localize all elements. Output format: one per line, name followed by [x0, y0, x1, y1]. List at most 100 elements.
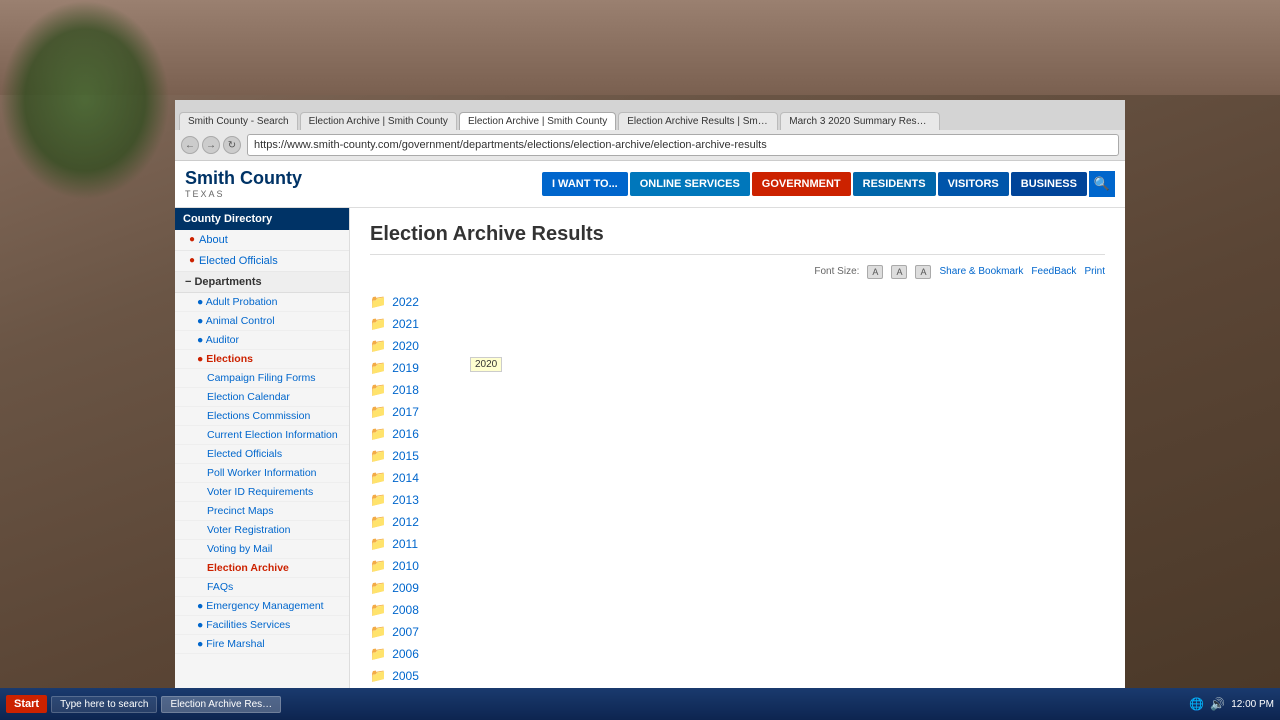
- bullet-icon: ●: [197, 638, 203, 650]
- sidebar-election-calendar[interactable]: Election Calendar: [175, 388, 349, 407]
- folder-item-2005[interactable]: 📁2005: [370, 665, 1105, 687]
- folder-item-2015[interactable]: 📁2015: [370, 445, 1105, 467]
- tab-2[interactable]: Election Archive | Smith County: [300, 112, 457, 130]
- sidebar-voter-id[interactable]: Voter ID Requirements: [175, 483, 349, 502]
- back-button[interactable]: ←: [181, 136, 199, 154]
- tab-5[interactable]: March 3 2020 Summary Results...: [780, 112, 940, 130]
- folder-label: 2017: [392, 405, 419, 419]
- taskbar: Start Type here to search Election Archi…: [0, 688, 1280, 720]
- tab-3-active[interactable]: Election Archive | Smith County: [459, 112, 616, 130]
- share-bookmark-link[interactable]: Share & Bookmark: [939, 266, 1023, 277]
- sidebar-election-archive[interactable]: Election Archive: [175, 559, 349, 578]
- sidebar-precinct-maps[interactable]: Precinct Maps: [175, 502, 349, 521]
- sidebar-animal-control[interactable]: ● Animal Control: [175, 312, 349, 331]
- sidebar-facilities[interactable]: ● Facilities Services: [175, 616, 349, 635]
- address-input[interactable]: https://www.smith-county.com/government/…: [247, 134, 1119, 156]
- network-icon: 🌐: [1189, 697, 1204, 711]
- font-size-medium[interactable]: A: [891, 265, 907, 279]
- folder-icon: 📁: [370, 624, 386, 640]
- sidebar-faqs[interactable]: FAQs: [175, 578, 349, 597]
- folder-item-2006[interactable]: 📁2006: [370, 643, 1105, 665]
- minus-icon: −: [185, 276, 191, 288]
- content-area: County Directory ● About ● Elected Offic…: [175, 208, 1125, 690]
- wall-background: [0, 0, 1280, 95]
- folder-label: 2020: [392, 339, 419, 353]
- logo-title: Smith County: [185, 169, 302, 189]
- toolbar: Font Size: A A A Share & Bookmark FeedBa…: [370, 265, 1105, 279]
- bullet-icon: ●: [197, 600, 203, 612]
- tab-4[interactable]: Election Archive Results | Smith...: [618, 112, 778, 130]
- sidebar-departments[interactable]: − Departments: [175, 272, 349, 293]
- tab-bar: Smith County - Search Election Archive |…: [175, 100, 1125, 130]
- forward-button[interactable]: →: [202, 136, 220, 154]
- address-bar-area: ← → ↻ https://www.smith-county.com/gover…: [175, 130, 1125, 161]
- taskbar-election-archive[interactable]: Election Archive Results: [161, 696, 281, 713]
- folder-label: 2010: [392, 559, 419, 573]
- folder-item-2007[interactable]: 📁2007: [370, 621, 1105, 643]
- sidebar-adult-probation[interactable]: ● Adult Probation: [175, 293, 349, 312]
- sidebar-elected-officials[interactable]: Elected Officials: [175, 445, 349, 464]
- folder-item-2017[interactable]: 📁2017: [370, 401, 1105, 423]
- sidebar-current-election[interactable]: Current Election Information: [175, 426, 349, 445]
- start-button[interactable]: Start: [6, 695, 47, 713]
- nav-item-business[interactable]: BUSINESS: [1011, 172, 1087, 196]
- folder-item-2019[interactable]: 📁20192020: [370, 357, 1105, 379]
- folder-item-2014[interactable]: 📁2014: [370, 467, 1105, 489]
- sidebar-poll-worker[interactable]: Poll Worker Information: [175, 464, 349, 483]
- folder-icon: 📁: [370, 316, 386, 332]
- folder-item-2020[interactable]: 📁2020: [370, 335, 1105, 357]
- nav-item-government[interactable]: GOVERNMENT: [752, 172, 851, 196]
- logo-subtitle: TEXAS: [185, 189, 225, 199]
- sidebar-emergency-mgmt[interactable]: ● Emergency Management: [175, 597, 349, 616]
- nav-item-online[interactable]: ONLINE SERVICES: [630, 172, 750, 196]
- folder-item-2011[interactable]: 📁2011: [370, 533, 1105, 555]
- nav-item-visitors[interactable]: VISITORS: [938, 172, 1009, 196]
- sidebar-campaign-forms[interactable]: Campaign Filing Forms: [175, 369, 349, 388]
- website: Smith County TEXAS I WANT TO... ONLINE S…: [175, 161, 1125, 690]
- nav-item-iwant[interactable]: I WANT TO...: [542, 172, 628, 196]
- folder-item-2013[interactable]: 📁2013: [370, 489, 1105, 511]
- sidebar-item-elected[interactable]: ● Elected Officials: [175, 251, 349, 272]
- folder-item-2012[interactable]: 📁2012: [370, 511, 1105, 533]
- taskbar-search[interactable]: Type here to search: [51, 696, 157, 713]
- bullet-icon: ●: [197, 334, 203, 346]
- nav-item-residents[interactable]: RESIDENTS: [853, 172, 936, 196]
- tab-1[interactable]: Smith County - Search: [179, 112, 298, 130]
- main-content: Election Archive Results Font Size: A A …: [350, 208, 1125, 690]
- page-title: Election Archive Results: [370, 223, 1105, 255]
- print-link[interactable]: Print: [1084, 266, 1105, 277]
- folder-item-2022[interactable]: 📁2022: [370, 291, 1105, 313]
- sidebar-voter-registration[interactable]: Voter Registration: [175, 521, 349, 540]
- plant-decoration: [0, 0, 170, 200]
- folder-label: 2013: [392, 493, 419, 507]
- folder-item-2010[interactable]: 📁2010: [370, 555, 1105, 577]
- folder-label: 2008: [392, 603, 419, 617]
- bullet-icon: ●: [197, 296, 203, 308]
- sidebar-item-about[interactable]: ● About: [175, 230, 349, 251]
- folder-icon: 📁: [370, 646, 386, 662]
- folder-label: 2015: [392, 449, 419, 463]
- folder-item-2021[interactable]: 📁2021: [370, 313, 1105, 335]
- sidebar-auditor[interactable]: ● Auditor: [175, 331, 349, 350]
- feedback-link[interactable]: FeedBack: [1031, 266, 1076, 277]
- sidebar-voting-by-mail[interactable]: Voting by Mail: [175, 540, 349, 559]
- font-size-small[interactable]: A: [867, 265, 883, 279]
- site-header: Smith County TEXAS I WANT TO... ONLINE S…: [175, 161, 1125, 208]
- refresh-button[interactable]: ↻: [223, 136, 241, 154]
- folder-item-2016[interactable]: 📁2016: [370, 423, 1105, 445]
- folder-label: 2016: [392, 427, 419, 441]
- folder-icon: 📁: [370, 470, 386, 486]
- sidebar-elections[interactable]: ● Elections: [175, 350, 349, 369]
- folder-tooltip: 2020: [470, 357, 502, 372]
- sidebar-elections-commission[interactable]: Elections Commission: [175, 407, 349, 426]
- nav-menu: I WANT TO... ONLINE SERVICES GOVERNMENT …: [542, 171, 1115, 197]
- sidebar-fire-marshal[interactable]: ● Fire Marshal: [175, 635, 349, 654]
- folder-item-2009[interactable]: 📁2009: [370, 577, 1105, 599]
- search-button[interactable]: 🔍: [1089, 171, 1115, 197]
- font-size-large[interactable]: A: [915, 265, 931, 279]
- speaker-icon: 🔊: [1210, 697, 1225, 711]
- folder-item-2008[interactable]: 📁2008: [370, 599, 1105, 621]
- folder-icon: 📁: [370, 382, 386, 398]
- folder-item-2018[interactable]: 📁2018: [370, 379, 1105, 401]
- folder-icon: 📁: [370, 668, 386, 684]
